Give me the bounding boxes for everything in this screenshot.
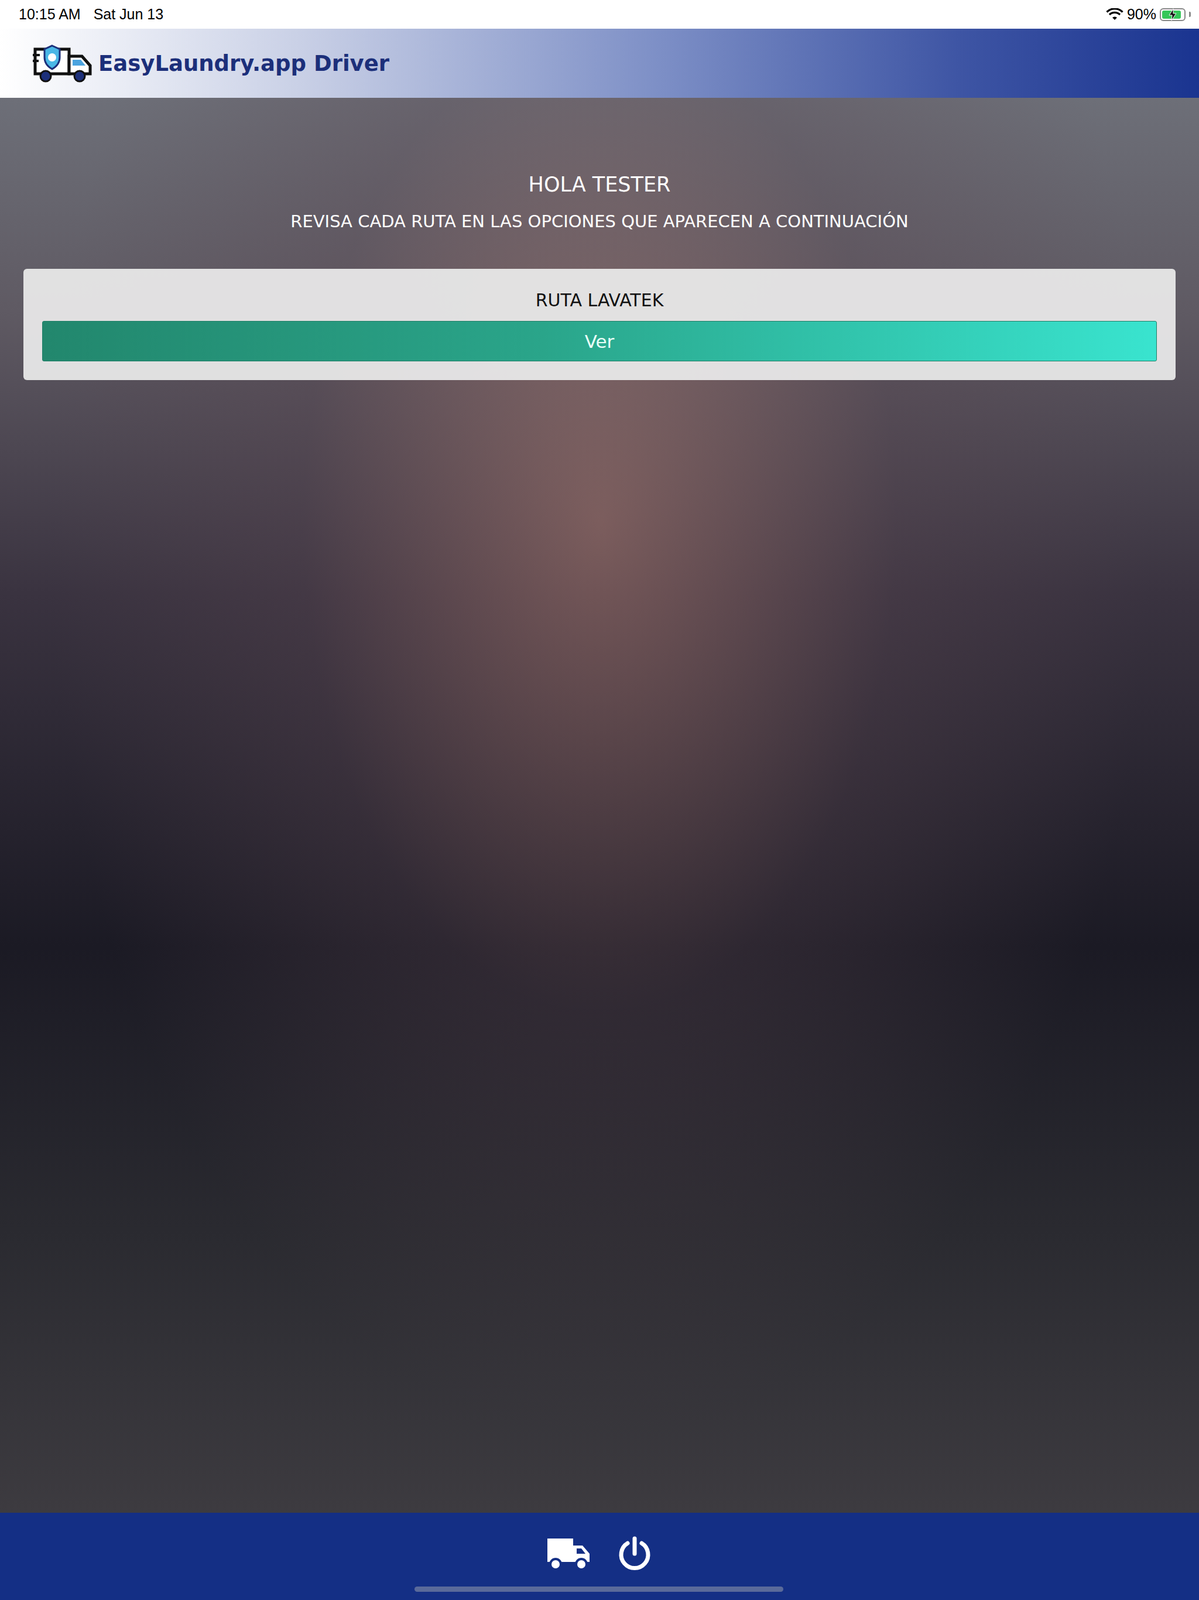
status-left: 10:15 AM Sat Jun 13: [18, 5, 164, 23]
view-button[interactable]: Ver: [42, 320, 1157, 362]
date: Sat Jun 13: [93, 5, 164, 23]
wifi-icon: [1105, 8, 1124, 22]
delivery-van-icon: [32, 42, 94, 85]
battery-icon: [1159, 8, 1186, 22]
bottom-nav: [0, 1512, 1199, 1600]
app-header: EasyLaundry.app Driver: [0, 28, 1199, 98]
subtitle: REVISA CADA RUTA EN LAS OPCIONES QUE APA…: [290, 211, 909, 232]
route-screen: HOLA TESTER REVISA CADA RUTA EN LAS OPCIO…: [0, 97, 1199, 1513]
route-title: RUTA LAVATEK: [535, 289, 664, 311]
power-icon[interactable]: [616, 1535, 653, 1572]
greeting: HOLA TESTER: [528, 172, 671, 197]
bolt-icon: [1167, 8, 1178, 21]
battery-cap: [1189, 11, 1191, 17]
route-card: RUTA LAVATEK Ver: [23, 268, 1176, 380]
status-right: 90%: [1105, 5, 1191, 23]
battery-percent: 90%: [1126, 5, 1157, 23]
app-title: EasyLaundry.app Driver: [98, 50, 390, 77]
home-indicator: [414, 1585, 784, 1592]
clock: 10:15 AM: [18, 5, 81, 23]
route-list: RUTA LAVATEK Ver: [23, 268, 1176, 380]
status-bar: 10:15 AM Sat Jun 13 90%: [0, 0, 1199, 29]
truck-icon[interactable]: [546, 1535, 591, 1571]
